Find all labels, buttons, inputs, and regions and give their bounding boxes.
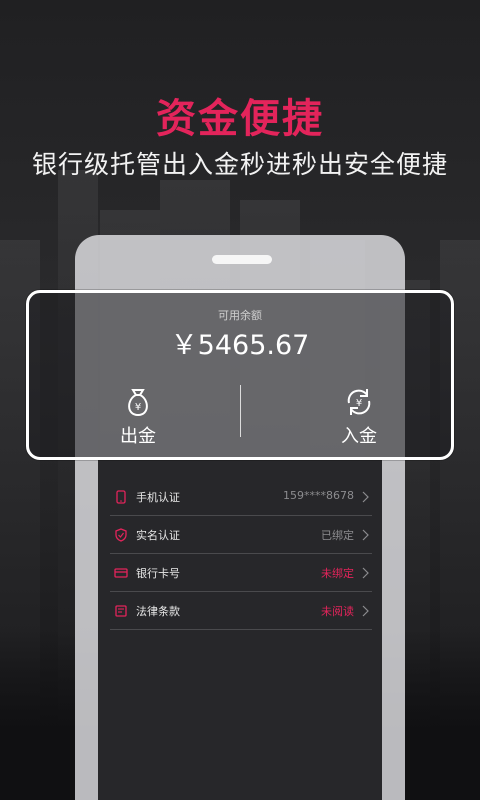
promo-subline: 银行级托管出入金秒进秒出安全便捷 bbox=[31, 150, 448, 179]
list-item-label: 实名认证 bbox=[136, 529, 180, 542]
money-bag-icon: ¥ bbox=[128, 389, 148, 417]
list-item-value: 已绑定 bbox=[321, 529, 354, 542]
account-settings-list: 手机认证 159****8678 实名认证 已绑定 银行卡号 未绑定 法律条款 … bbox=[110, 478, 372, 630]
chevron-right-icon bbox=[362, 605, 369, 617]
actions-divider bbox=[240, 385, 241, 437]
list-item-phone-verification[interactable]: 手机认证 159****8678 bbox=[110, 478, 372, 516]
chevron-right-icon bbox=[362, 567, 369, 579]
list-item-label: 法律条款 bbox=[136, 605, 180, 618]
balance-card: 可用余额 ￥5465.67 ¥ 出金 ¥ 入金 bbox=[26, 290, 454, 460]
chevron-right-icon bbox=[362, 529, 369, 541]
withdraw-label: 出金 bbox=[120, 426, 156, 447]
promo-headline: 资金便捷 bbox=[156, 96, 324, 142]
list-item-label: 手机认证 bbox=[136, 491, 180, 504]
available-balance-label: 可用余额 bbox=[218, 309, 262, 322]
bank-card-icon bbox=[114, 568, 128, 578]
svg-text:¥: ¥ bbox=[356, 398, 362, 409]
deposit-button[interactable]: ¥ 入金 bbox=[329, 385, 389, 448]
svg-text:¥: ¥ bbox=[135, 402, 141, 413]
phone-icon bbox=[116, 490, 126, 504]
withdraw-button[interactable]: ¥ 出金 bbox=[108, 385, 168, 448]
phone-speaker bbox=[212, 255, 272, 264]
list-item-value: 159****8678 bbox=[283, 489, 354, 502]
list-item-legal-terms[interactable]: 法律条款 未阅读 bbox=[110, 592, 372, 630]
deposit-label: 入金 bbox=[341, 426, 377, 447]
list-item-bank-card[interactable]: 银行卡号 未绑定 bbox=[110, 554, 372, 592]
list-item-value: 未绑定 bbox=[321, 567, 354, 580]
list-item-real-name-verification[interactable]: 实名认证 已绑定 bbox=[110, 516, 372, 554]
document-icon bbox=[115, 605, 127, 617]
list-item-label: 银行卡号 bbox=[136, 567, 180, 580]
chevron-right-icon bbox=[362, 491, 369, 503]
yen-exchange-icon: ¥ bbox=[347, 389, 371, 415]
available-balance-amount: ￥5465.67 bbox=[170, 330, 310, 361]
list-item-value: 未阅读 bbox=[321, 605, 354, 618]
shield-icon bbox=[115, 528, 127, 542]
